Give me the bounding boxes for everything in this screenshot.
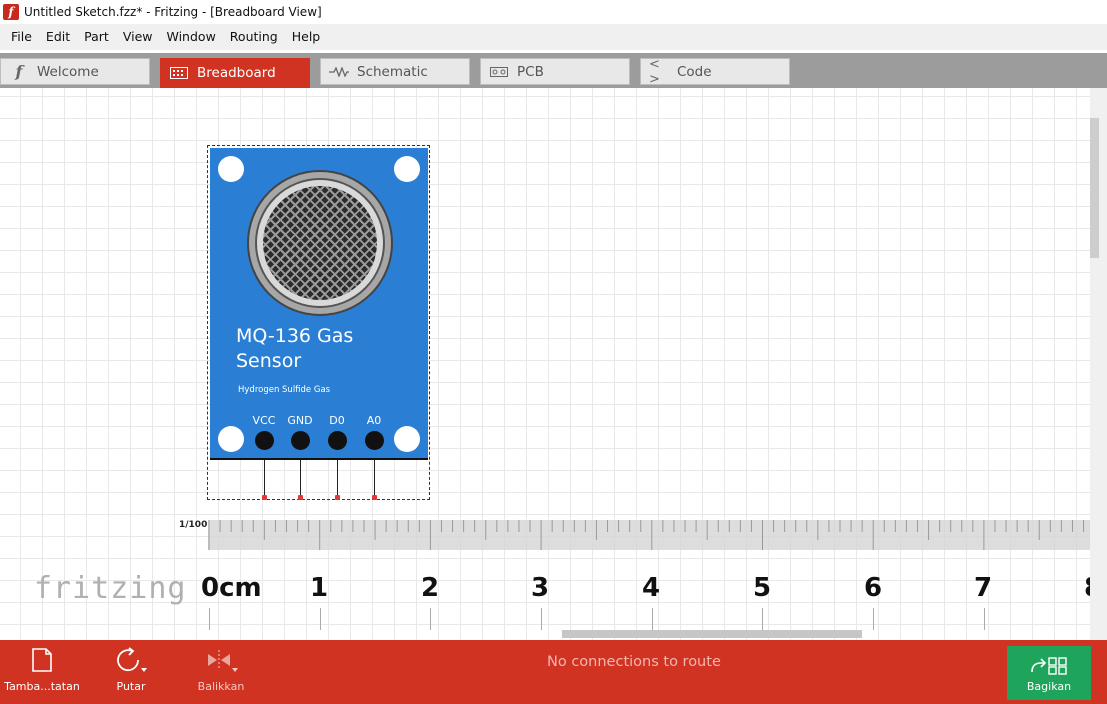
connector-end[interactable] [335,495,340,500]
part-title: MQ-136 Gas Sensor [236,325,354,372]
ruler-number: 1 [310,573,329,603]
flip-icon [204,640,238,680]
pcb-icon [489,65,509,79]
ruler-guide [430,608,431,630]
ruler-number: 0cm [201,573,262,603]
sensor-mesh [263,186,377,300]
ruler-ticks [208,520,1085,550]
title-bar: f Untitled Sketch.fzz* - Fritzing - [Bre… [0,0,1107,24]
gas-sensor-dome [247,170,393,316]
ruler-guide [541,608,542,630]
menu-file[interactable]: File [4,24,39,50]
pin-gnd[interactable] [291,431,310,450]
tab-code[interactable]: < > Code [640,56,790,87]
pin-label-vcc: VCC [252,414,276,427]
part-subtitle: Hydrogen Sulfide Gas [238,385,331,395]
ruler-guide [984,608,985,630]
ruler-scale-label: 1/100 [179,520,208,530]
bottom-toolbar: Tamba...tatan Putar Balikkan No connecti… [0,640,1107,704]
fritzing-f-icon: f [15,62,23,81]
tab-pcb-label: PCB [517,63,544,80]
add-note-button[interactable]: Tamba...tatan [4,640,80,704]
pin-label-d0: D0 [329,414,345,427]
ruler-guide [320,608,321,630]
resistor-icon [329,65,349,79]
ruler-number: 5 [753,573,772,603]
add-note-label: Tamba...tatan [4,680,80,693]
horizontal-scrollbar[interactable] [562,630,862,638]
ruler-number: 3 [531,573,550,603]
ruler-guide [762,608,763,630]
rotate-button[interactable]: Putar [106,640,156,704]
fritzing-app-icon: f [3,4,19,20]
share-button[interactable]: Bagikan [1007,646,1091,700]
menu-part[interactable]: Part [77,24,116,50]
tab-pcb[interactable]: PCB [480,58,630,85]
tab-breadboard[interactable]: Breadboard [160,58,310,88]
mounting-hole [394,156,420,182]
tab-breadboard-label: Breadboard [197,65,276,81]
pin-label-gnd: GND [287,414,313,427]
pin-vcc[interactable] [255,431,274,450]
tab-welcome-label: Welcome [37,63,99,80]
ruler-number: 4 [642,573,661,603]
pin-lead [337,460,338,497]
menu-bar: File Edit Part View Window Routing Help [0,24,1107,50]
connector-end[interactable] [372,495,377,500]
menu-routing[interactable]: Routing [223,24,285,50]
note-icon [29,640,55,680]
ruler-guide [873,608,874,630]
fritzing-logo: fritzing [34,571,187,606]
mq136-sensor-part[interactable]: MQ-136 Gas Sensor Hydrogen Sulfide Gas V… [210,148,428,460]
rotate-icon [114,640,148,680]
breadboard-icon [169,66,189,80]
code-brackets-icon: < > [649,56,660,87]
sensor-ring [255,178,385,308]
flip-label: Balikkan [197,680,245,693]
flip-button[interactable]: Balikkan [196,640,246,704]
ruler-number: 6 [864,573,883,603]
breadboard-canvas[interactable]: MQ-136 Gas Sensor Hydrogen Sulfide Gas V… [0,88,1090,640]
window-title: Untitled Sketch.fzz* - Fritzing - [Bread… [24,5,322,19]
ruler-number: 2 [421,573,440,603]
vertical-scrollbar[interactable] [1090,118,1099,258]
tab-code-label: Code [677,63,712,80]
mounting-hole [394,426,420,452]
menu-window[interactable]: Window [160,24,223,50]
view-tab-bar: f Welcome Breadboard Schematic PCB < > C… [0,50,1107,88]
pin-lead [264,460,265,497]
ruler-number: 7 [974,573,993,603]
mounting-hole [218,156,244,182]
pin-lead [300,460,301,497]
share-icon [1029,656,1069,676]
menu-edit[interactable]: Edit [39,24,77,50]
menu-view[interactable]: View [116,24,160,50]
rotate-label: Putar [116,680,146,693]
menu-help[interactable]: Help [285,24,328,50]
mounting-hole [218,426,244,452]
routing-status: No connections to route [547,654,721,670]
connector-end[interactable] [262,495,267,500]
pin-a0[interactable] [365,431,384,450]
tab-welcome[interactable]: f Welcome [0,58,150,85]
share-label: Bagikan [1026,680,1072,693]
ruler-guide [652,608,653,630]
pin-d0[interactable] [328,431,347,450]
pin-label-a0: A0 [366,414,382,427]
connector-end[interactable] [298,495,303,500]
ruler-guide [209,608,210,630]
pin-lead [374,460,375,497]
tab-schematic-label: Schematic [357,63,428,80]
tab-schematic[interactable]: Schematic [320,58,470,85]
